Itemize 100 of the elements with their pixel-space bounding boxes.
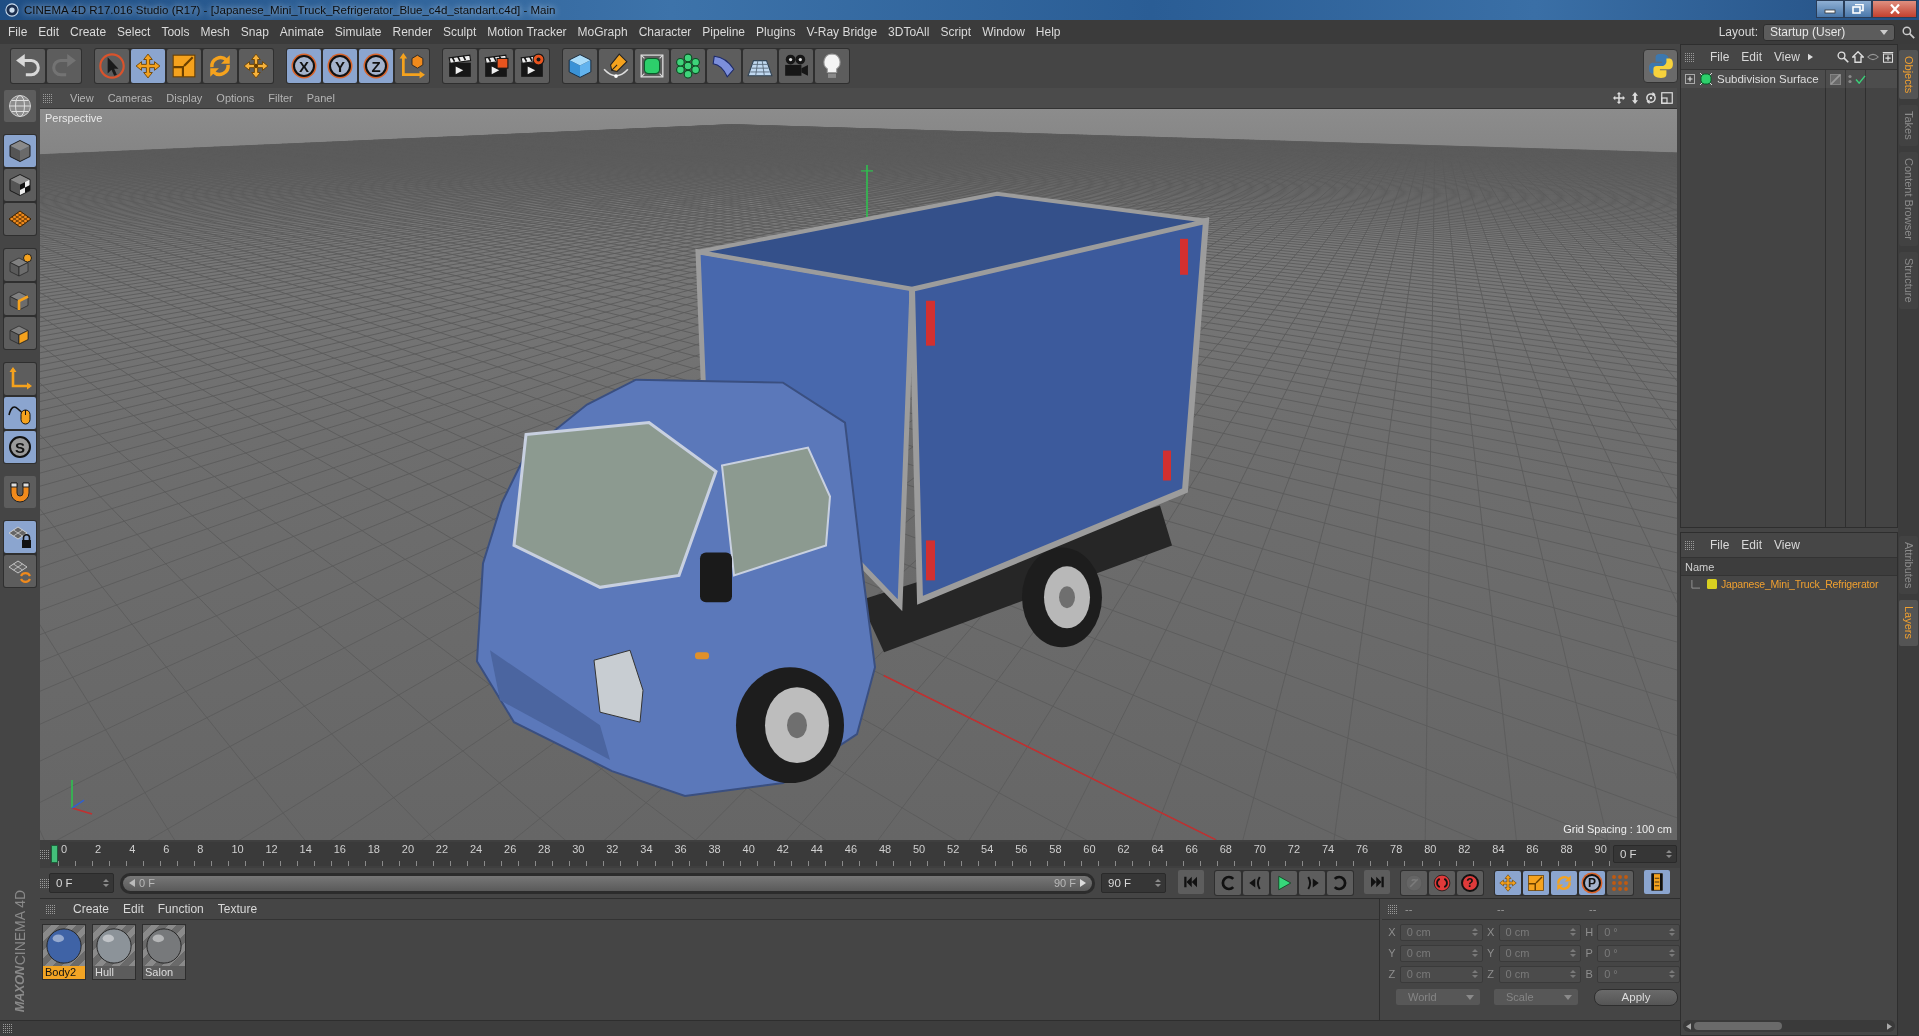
- menu-item[interactable]: Script: [940, 25, 972, 39]
- menu-item[interactable]: Tools: [161, 25, 190, 39]
- menu-item[interactable]: Cameras: [107, 92, 153, 104]
- render-settings-button[interactable]: [515, 49, 549, 83]
- cube-button[interactable]: [563, 49, 597, 83]
- next-frame-button[interactable]: [1299, 871, 1325, 895]
- menu-item[interactable]: Render: [392, 25, 432, 39]
- cloner-button[interactable]: [671, 49, 705, 83]
- grip-icon[interactable]: [1685, 540, 1694, 550]
- menu-item[interactable]: Snap: [240, 25, 269, 39]
- menu-item[interactable]: Create: [73, 902, 110, 916]
- scroll-right-icon[interactable]: [1887, 1022, 1892, 1030]
- playhead[interactable]: [51, 845, 58, 863]
- previous-key-button[interactable]: [1215, 871, 1241, 895]
- menu-item[interactable]: Filter: [268, 92, 293, 104]
- visibility-dots-icon[interactable]: [1848, 74, 1852, 84]
- grip-icon[interactable]: [40, 878, 49, 888]
- keyframe-help-button[interactable]: ?: [1457, 871, 1483, 895]
- caret-icon[interactable]: [1807, 53, 1813, 61]
- camera-button[interactable]: [779, 49, 813, 83]
- menu-item[interactable]: V-Ray Bridge: [806, 25, 878, 39]
- key-scale-button[interactable]: [1523, 871, 1549, 895]
- menu-item[interactable]: Function: [157, 902, 204, 916]
- search-icon[interactable]: [1837, 51, 1849, 63]
- scale-tool-button[interactable]: [167, 49, 201, 83]
- axis-lock-button[interactable]: Y: [323, 49, 357, 83]
- menu-item[interactable]: Sculpt: [442, 25, 477, 39]
- pan-icon[interactable]: [1613, 92, 1625, 104]
- maximize-button[interactable]: [1844, 0, 1872, 18]
- search-icon[interactable]: [1902, 25, 1915, 39]
- menu-item[interactable]: View: [70, 92, 94, 104]
- grip-icon[interactable]: [46, 904, 55, 914]
- menu-item[interactable]: Pipeline: [702, 25, 746, 39]
- texture-mode-button[interactable]: [4, 169, 36, 201]
- material-tile[interactable]: Body2: [42, 924, 86, 980]
- spinner-icon[interactable]: [1155, 878, 1161, 888]
- edges-mode-button[interactable]: [4, 283, 36, 315]
- menu-item[interactable]: Mesh: [200, 25, 230, 39]
- layout-dropdown[interactable]: Startup (User): [1763, 23, 1895, 41]
- menu-item[interactable]: Plugins: [756, 25, 796, 39]
- menu-item[interactable]: 3DToAll: [888, 25, 930, 39]
- play-button[interactable]: [1271, 871, 1297, 895]
- solo-button[interactable]: S: [4, 431, 36, 463]
- plus-icon[interactable]: [1882, 51, 1894, 63]
- menu-item[interactable]: Window: [982, 25, 1025, 39]
- grid-lock-button[interactable]: [4, 521, 36, 553]
- select-tool-button[interactable]: [95, 49, 129, 83]
- go-to-end-button[interactable]: [1364, 870, 1390, 894]
- viewport-canvas[interactable]: Perspective Grid Spacing : 100 cm: [40, 108, 1677, 840]
- end-frame-field[interactable]: 90 F: [1101, 873, 1166, 893]
- previous-frame-button[interactable]: [1243, 871, 1269, 895]
- python-button[interactable]: [1643, 49, 1678, 83]
- pen-button[interactable]: [599, 49, 633, 83]
- home-icon[interactable]: [1852, 51, 1864, 63]
- move-tool-button[interactable]: [131, 49, 165, 83]
- menu-item[interactable]: File: [1710, 50, 1730, 64]
- material-tile[interactable]: Hull: [92, 924, 136, 980]
- key-parameter-button[interactable]: P: [1579, 871, 1605, 895]
- eye-icon[interactable]: [1867, 51, 1879, 63]
- grip-icon[interactable]: [40, 849, 49, 859]
- axis-lock-button[interactable]: Z: [359, 49, 393, 83]
- orbit-icon[interactable]: [1645, 92, 1657, 104]
- spinner-icon[interactable]: [1666, 849, 1672, 859]
- layer-icon[interactable]: [1829, 73, 1841, 85]
- maximize-view-icon[interactable]: [1661, 92, 1673, 104]
- menu-item[interactable]: Options: [216, 92, 255, 104]
- workplane-mode-button[interactable]: [4, 203, 36, 235]
- close-button[interactable]: [1872, 0, 1917, 18]
- points-mode-button[interactable]: [4, 249, 36, 281]
- menu-item[interactable]: Edit: [1741, 50, 1763, 64]
- menu-item[interactable]: Edit: [38, 25, 60, 39]
- menu-item[interactable]: Panel: [306, 92, 335, 104]
- key-position-button[interactable]: [1495, 871, 1521, 895]
- tweak-mode-button[interactable]: [4, 397, 36, 429]
- magnet-tool-button[interactable]: [4, 476, 36, 508]
- material-tile[interactable]: Salon: [142, 924, 186, 980]
- polygons-mode-button[interactable]: [4, 317, 36, 349]
- menu-item[interactable]: Simulate: [334, 25, 382, 39]
- deformer-button[interactable]: [707, 49, 741, 83]
- menu-item[interactable]: Edit: [1741, 538, 1763, 552]
- timeline-ruler[interactable]: 0 2 4 6 8 10 12 14 16 18 20 22 24 26 28 30 32 34 36 38 40 42 44 46 48 50 52 54 56 58 60 62 64 66 68 70 72 74 76 78 80 82 84 86 88 90: [50, 842, 1610, 866]
- menu-item[interactable]: File: [8, 25, 28, 39]
- spinner-icon[interactable]: [103, 878, 109, 888]
- timeline-button[interactable]: [1644, 870, 1670, 894]
- truck-drawing[interactable]: [476, 191, 1210, 798]
- range-end-handle-icon[interactable]: [1080, 879, 1086, 887]
- model-mode-button[interactable]: [4, 135, 36, 167]
- horizontal-scrollbar[interactable]: [1683, 1020, 1895, 1032]
- grip-icon[interactable]: [3, 1024, 12, 1033]
- panel-tab[interactable]: Layers: [1899, 600, 1918, 646]
- menu-item[interactable]: Select: [117, 25, 151, 39]
- minimize-button[interactable]: [1816, 0, 1844, 18]
- autokey-button[interactable]: [1429, 871, 1455, 895]
- zoom-icon[interactable]: [1629, 92, 1641, 104]
- column-header[interactable]: Name: [1681, 558, 1897, 576]
- menu-item[interactable]: Create: [70, 25, 107, 39]
- transform-tool-button[interactable]: [239, 49, 273, 83]
- check-icon[interactable]: [1855, 74, 1866, 84]
- panel-tab[interactable]: Objects: [1899, 50, 1918, 100]
- light-button[interactable]: [815, 49, 849, 83]
